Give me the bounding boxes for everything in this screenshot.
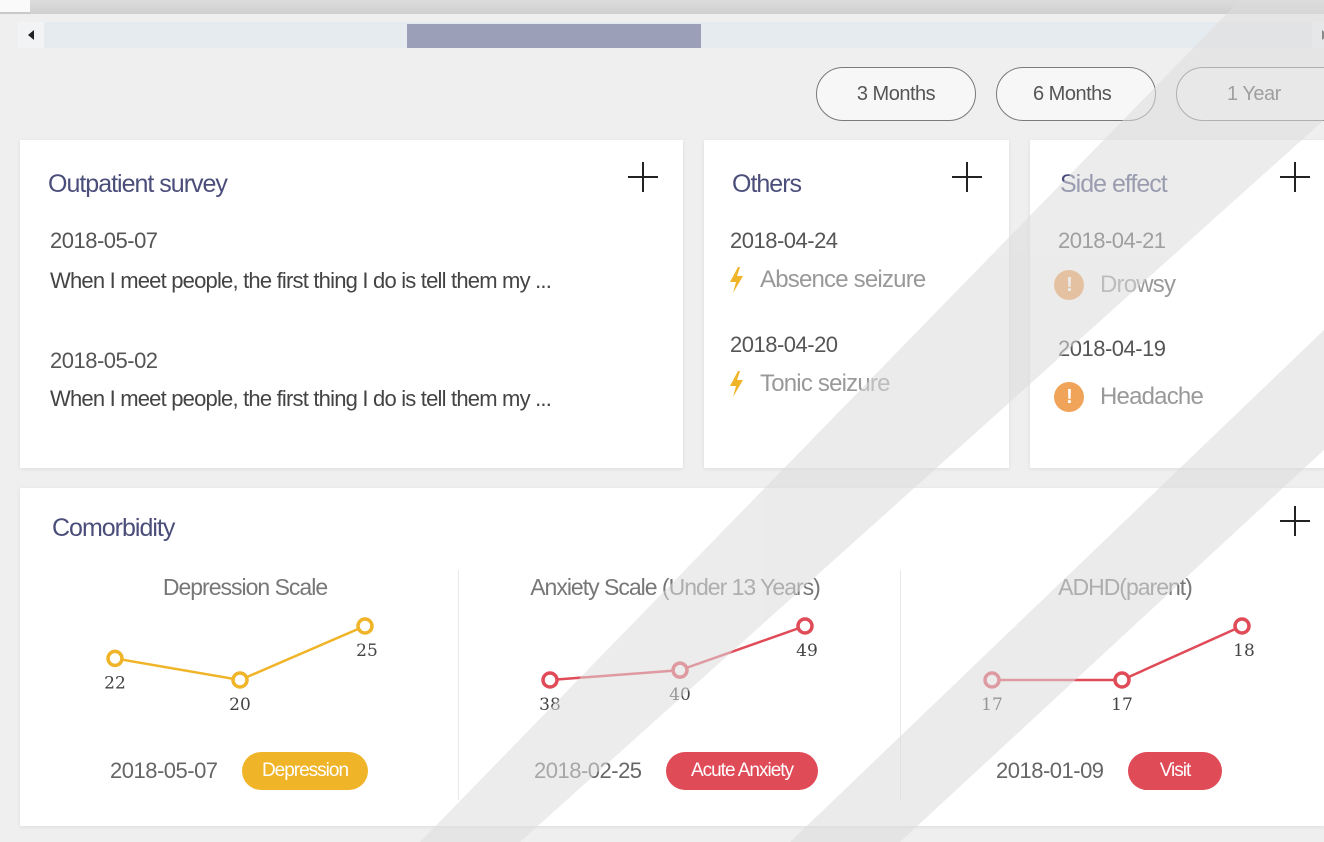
chart-title: Depression Scale (162, 574, 328, 600)
anxiety-line-chart[interactable]: 38 40 49 (490, 617, 860, 728)
others-card: Others 2018-04-24 Absence seizure 2018-0… (704, 140, 1009, 468)
survey-date: 2018-05-02 (50, 348, 158, 373)
range-1-year-button[interactable]: 1 Year (1176, 67, 1324, 121)
side-effect-event[interactable]: ! Headache (1054, 382, 1204, 412)
chart-divider (458, 570, 459, 800)
others-event[interactable]: Tonic seizure (728, 370, 890, 398)
adhd-line-chart[interactable]: 17 17 18 (940, 617, 1310, 728)
survey-text[interactable]: When I meet people, the first thing I do… (50, 386, 552, 412)
survey-date: 2018-05-07 (50, 228, 158, 253)
data-point[interactable] (106, 649, 124, 668)
side-effect-date: 2018-04-19 (1058, 336, 1166, 361)
data-point[interactable] (1113, 671, 1131, 689)
data-point[interactable] (356, 617, 374, 635)
add-comorbidity-plus-icon[interactable] (1280, 506, 1310, 536)
comorbidity-card: Comorbidity Depression Scale 22 20 25 2018… (20, 488, 1324, 826)
data-label: 38 (539, 695, 561, 715)
data-label: 17 (1111, 695, 1133, 715)
data-label: 49 (796, 641, 818, 661)
side-effect-event[interactable]: ! Drowsy (1054, 270, 1176, 300)
warning-icon: ! (1054, 270, 1084, 300)
window-corner (0, 0, 30, 14)
range-3-months-button[interactable]: 3 Months (816, 67, 976, 121)
others-date: 2018-04-20 (730, 332, 838, 357)
visit-tag[interactable]: Visit (1128, 752, 1222, 790)
depression-tag[interactable]: Depression (242, 752, 368, 790)
range-6-months-button[interactable]: 6 Months (996, 67, 1156, 121)
chart-date: 2018-05-07 (110, 758, 218, 783)
side-effect-label: Drowsy (1100, 271, 1176, 298)
side-effect-card: Side effect 2018-04-21 ! Drowsy 2018-04-… (1030, 140, 1324, 468)
side-effect-label: Headache (1100, 383, 1204, 410)
timeline-scrollbar[interactable] (18, 22, 1324, 48)
scroll-right-button[interactable] (1312, 22, 1324, 48)
scroll-left-button[interactable] (18, 22, 44, 48)
lightning-icon (730, 371, 743, 397)
series-line (992, 624, 1243, 682)
outpatient-survey-title: Outpatient survey (48, 170, 228, 198)
data-point[interactable] (541, 671, 559, 689)
data-label: 25 (356, 641, 378, 661)
data-point[interactable] (796, 617, 814, 635)
data-point[interactable] (671, 661, 689, 679)
data-point[interactable] (983, 671, 1001, 689)
data-label: 20 (229, 695, 251, 715)
data-point[interactable] (231, 671, 249, 689)
chart-date: 2018-01-09 (996, 758, 1104, 783)
outpatient-survey-card: Outpatient survey 2018-05-07 When I meet… (20, 140, 683, 468)
acute-anxiety-tag[interactable]: Acute Anxiety (666, 752, 818, 790)
chart-title: Anxiety Scale (Under 13 Years) (530, 574, 821, 600)
scroll-thumb[interactable] (407, 24, 701, 48)
others-event[interactable]: Absence seizure (728, 266, 926, 294)
chart-date: 2018-02-25 (534, 758, 642, 783)
others-event-label: Tonic seizure (760, 370, 890, 397)
data-label: 17 (981, 695, 1003, 715)
add-others-plus-icon[interactable] (952, 162, 982, 192)
top-strip (0, 0, 1324, 14)
side-effect-title: Side effect (1060, 170, 1168, 198)
add-survey-plus-icon[interactable] (628, 162, 658, 192)
data-label: 40 (669, 685, 691, 705)
data-label: 22 (104, 673, 126, 693)
lightning-icon (730, 267, 743, 293)
chart-title: ADHD(parent) (1058, 574, 1193, 600)
add-side-effect-plus-icon[interactable] (1280, 162, 1310, 192)
comorbidity-title: Comorbidity (52, 514, 175, 542)
others-date: 2018-04-24 (730, 228, 838, 253)
warning-icon: ! (1054, 382, 1084, 412)
data-label: 18 (1233, 641, 1255, 661)
arrow-left-icon (28, 30, 34, 40)
others-title: Others (732, 170, 802, 198)
side-effect-date: 2018-04-21 (1058, 228, 1166, 253)
data-point[interactable] (1233, 617, 1251, 635)
chart-divider (900, 570, 901, 800)
others-event-label: Absence seizure (760, 266, 926, 293)
survey-text[interactable]: When I meet people, the first thing I do… (50, 268, 552, 294)
depression-line-chart[interactable]: 22 20 25 (60, 617, 430, 728)
